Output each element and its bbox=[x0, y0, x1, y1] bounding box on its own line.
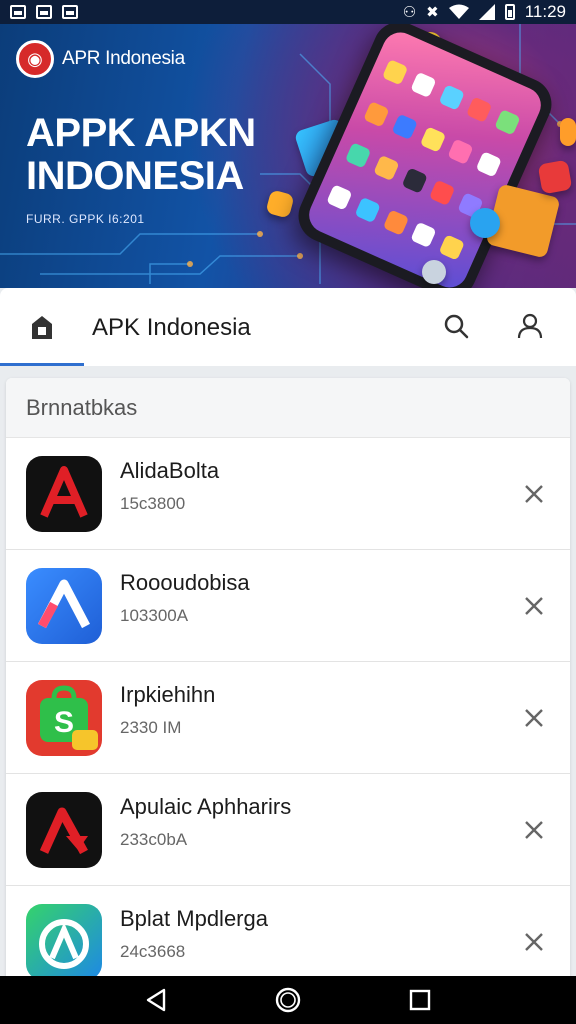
tab-home[interactable] bbox=[0, 288, 84, 366]
app-size: 24c3668 bbox=[120, 942, 186, 961]
app-title: APK Indonesia bbox=[92, 314, 251, 341]
app-size: 103300A bbox=[120, 606, 189, 625]
svg-text:S: S bbox=[54, 706, 74, 739]
search-button[interactable] bbox=[436, 306, 476, 346]
back-icon bbox=[146, 988, 166, 1012]
status-time: 11:29 bbox=[524, 2, 566, 21]
tile-edge-icon bbox=[560, 118, 576, 146]
red-a-icon bbox=[26, 456, 102, 532]
green-blue-a-icon bbox=[26, 904, 102, 978]
remove-button[interactable] bbox=[516, 700, 552, 736]
status-notifications bbox=[10, 5, 78, 19]
downloads-card: Brnnatbkas AlidaBolta 15c3800 Roooudobis… bbox=[6, 378, 570, 978]
remove-button[interactable] bbox=[516, 476, 552, 512]
remove-button[interactable] bbox=[516, 924, 552, 960]
app-size: 2330 IM bbox=[120, 718, 182, 737]
image-icon bbox=[10, 5, 26, 19]
close-icon bbox=[525, 821, 543, 839]
close-icon bbox=[525, 933, 543, 951]
wifi-icon bbox=[448, 4, 469, 19]
home-button[interactable] bbox=[266, 978, 310, 1022]
remove-button[interactable] bbox=[516, 588, 552, 624]
list-header: Brnnatbkas bbox=[6, 378, 570, 438]
person-icon bbox=[517, 313, 543, 339]
chat-tile-icon bbox=[537, 159, 573, 195]
red-lambda-icon bbox=[26, 792, 102, 868]
list-item[interactable]: AlidaBolta 15c3800 bbox=[6, 438, 570, 550]
banner-title: APPK APKN INDONESIA bbox=[26, 111, 256, 199]
signal-icon bbox=[478, 4, 495, 20]
app-name: Roooudobisa bbox=[120, 570, 250, 595]
status-system: ⚇ ✖ 11:29 bbox=[403, 2, 566, 22]
banner-subtitle: FURR. GPPK I6:201 bbox=[26, 212, 145, 226]
app-name: AlidaBolta bbox=[120, 458, 220, 483]
home-circle-icon bbox=[275, 987, 301, 1013]
search-icon bbox=[444, 314, 469, 339]
twitter-tile-icon bbox=[470, 208, 500, 238]
list-item[interactable]: Roooudobisa 103300A bbox=[6, 550, 570, 662]
news-icon bbox=[62, 5, 78, 19]
app-name: Bplat Mpdlerga bbox=[120, 906, 268, 931]
promo-banner[interactable]: ◉ APR Indonesia APPK APKN INDONESIA FURR… bbox=[0, 24, 576, 288]
app-name: Irpkiehihn bbox=[120, 682, 216, 707]
list-item[interactable]: Apulaic Aphharirs 233c0bA bbox=[6, 774, 570, 886]
app-bar: APK Indonesia bbox=[0, 288, 576, 366]
close-icon bbox=[525, 485, 543, 503]
app-size: 15c3800 bbox=[120, 494, 186, 513]
blue-a-icon bbox=[26, 568, 102, 644]
back-button[interactable] bbox=[134, 978, 178, 1022]
mute-icon: ✖ bbox=[426, 2, 439, 21]
close-icon bbox=[525, 709, 543, 727]
recents-button[interactable] bbox=[398, 978, 442, 1022]
close-icon bbox=[525, 597, 543, 615]
brand: ◉ APR Indonesia bbox=[16, 40, 185, 78]
list-item[interactable]: S Irpkiehihn 2330 IM bbox=[6, 662, 570, 774]
app-size: 233c0bA bbox=[120, 830, 188, 849]
bot-tile-icon bbox=[422, 260, 446, 284]
photo-icon bbox=[36, 5, 52, 19]
recents-icon bbox=[409, 989, 431, 1011]
green-s-bag-icon: S bbox=[26, 680, 102, 756]
battery-icon bbox=[504, 4, 515, 20]
brand-logo-icon: ◉ bbox=[16, 40, 54, 78]
app-name: Apulaic Aphharirs bbox=[120, 794, 292, 819]
vibrate-icon: ⚇ bbox=[402, 2, 417, 21]
system-nav-bar bbox=[0, 976, 576, 1024]
home-icon bbox=[32, 316, 52, 339]
status-bar: ⚇ ✖ 11:29 bbox=[0, 0, 576, 24]
list-item[interactable]: Bplat Mpdlerga 24c3668 bbox=[6, 886, 570, 978]
profile-button[interactable] bbox=[510, 306, 550, 346]
brand-name: APR Indonesia bbox=[62, 48, 185, 69]
remove-button[interactable] bbox=[516, 812, 552, 848]
